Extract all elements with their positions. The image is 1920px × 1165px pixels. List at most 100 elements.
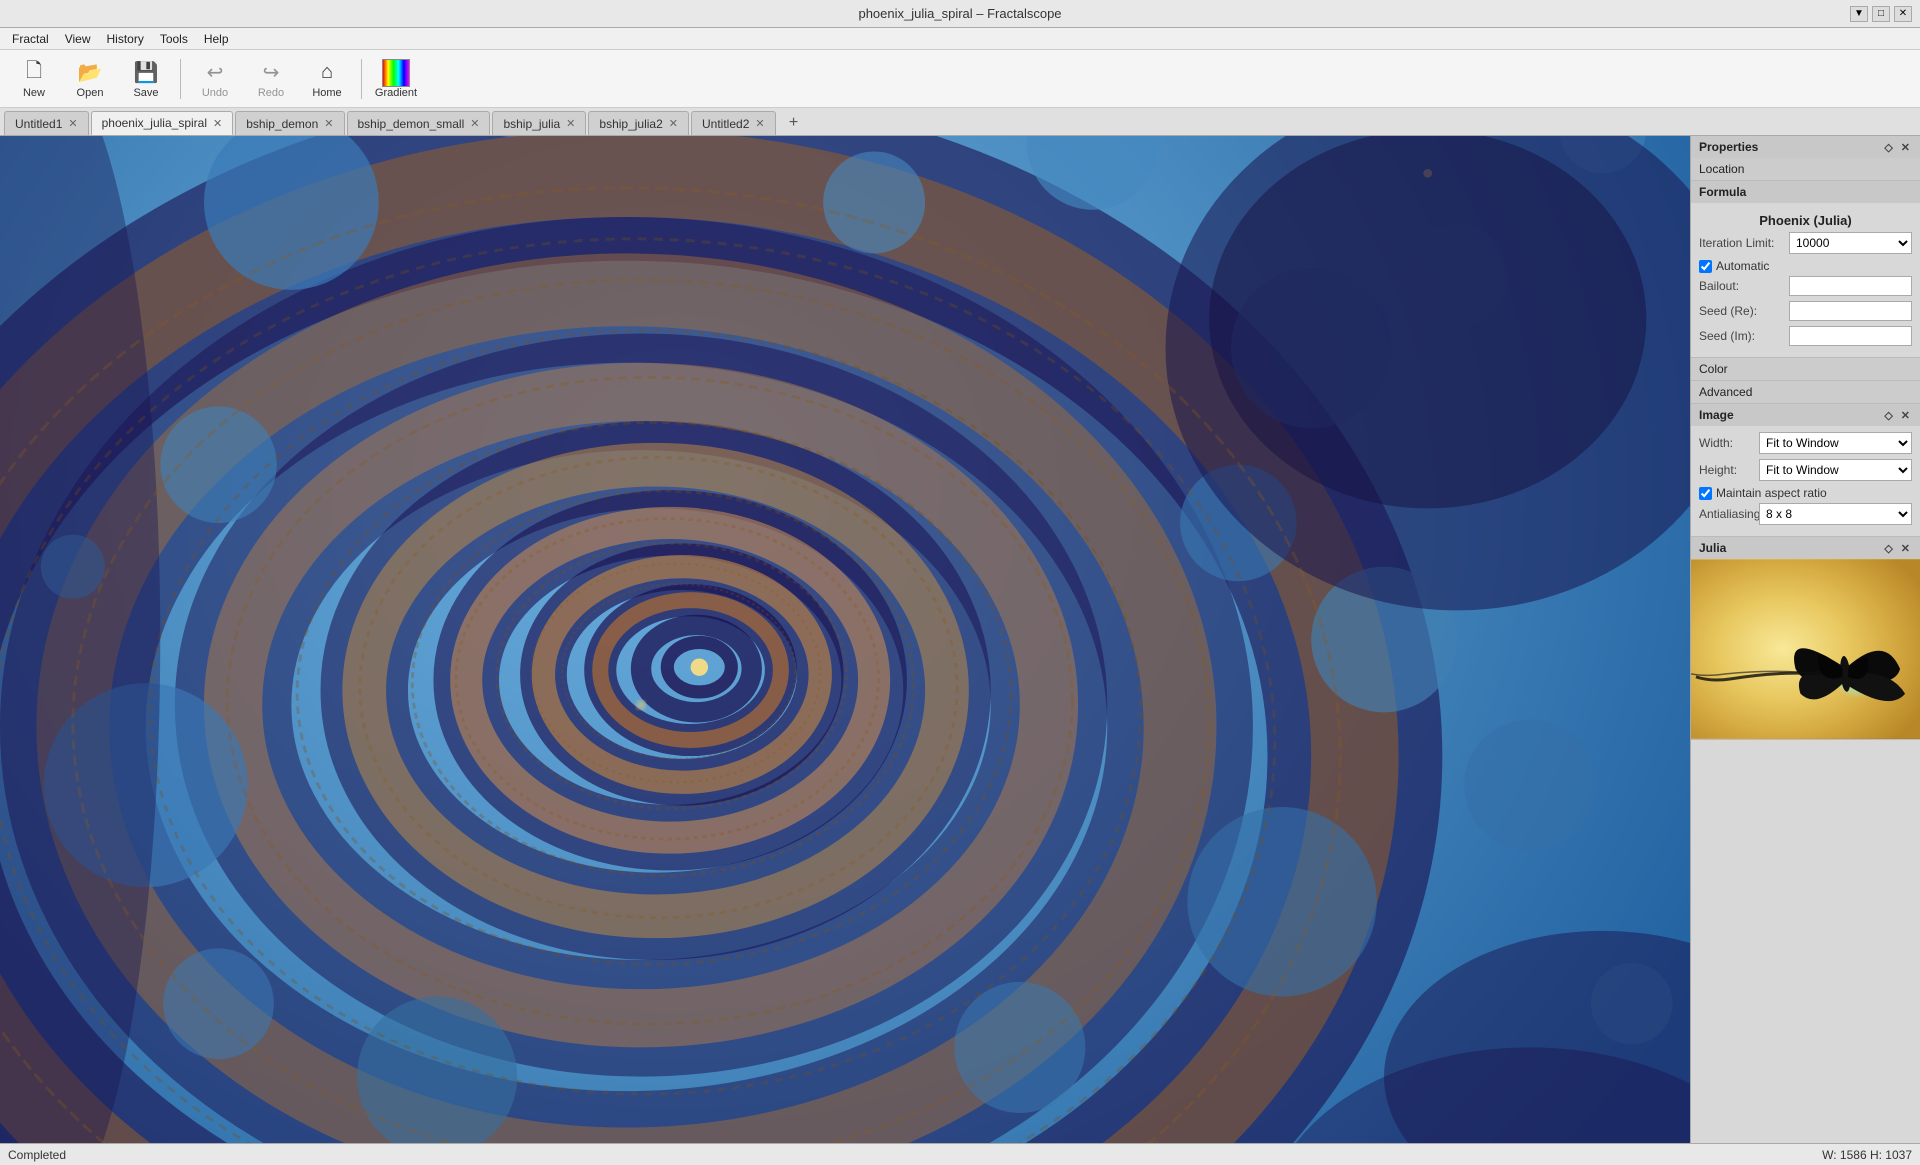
iteration-limit-label: Iteration Limit: <box>1699 236 1789 250</box>
new-button[interactable]: 🗋 New <box>8 55 60 103</box>
tab-bship-julia[interactable]: bship_julia ✕ <box>492 111 586 135</box>
image-close-btn[interactable]: ✕ <box>1899 409 1912 422</box>
tab-add-button[interactable]: + <box>782 111 806 135</box>
properties-close-btn[interactable]: ✕ <box>1899 141 1912 154</box>
tab-close-untitled1[interactable]: ✕ <box>68 117 77 130</box>
toolbar-separator-1 <box>180 59 181 99</box>
height-label: Height: <box>1699 463 1759 477</box>
open-icon: 📂 <box>76 59 104 87</box>
image-header-controls: ◇ ✕ <box>1882 409 1912 422</box>
julia-close-btn[interactable]: ✕ <box>1899 542 1912 555</box>
julia-preview[interactable] <box>1691 559 1920 739</box>
toolbar-separator-2 <box>361 59 362 99</box>
gradient-button[interactable]: Gradient <box>370 55 422 103</box>
menu-tools[interactable]: Tools <box>152 30 196 48</box>
properties-panel: Properties ◇ ✕ Location Formula Phoenix … <box>1690 136 1920 1143</box>
antialiasing-label: Antialiasing <box>1699 507 1759 521</box>
tab-close-bship-demon[interactable]: ✕ <box>324 117 333 130</box>
tab-close-bship-julia[interactable]: ✕ <box>566 117 575 130</box>
properties-header: Properties ◇ ✕ <box>1691 136 1920 158</box>
color-section[interactable]: Color <box>1691 358 1920 381</box>
width-select[interactable]: Fit to Window 800 1024 1280 1920 <box>1759 432 1912 454</box>
seed-im-input[interactable]: -0.03346 <box>1789 326 1912 346</box>
julia-header-controls: ◇ ✕ <box>1882 542 1912 555</box>
toolbar: 🗋 New 📂 Open 💾 Save ↩ Undo ↪ Redo ⌂ Home… <box>0 50 1920 108</box>
properties-expand-btn[interactable]: ◇ <box>1882 141 1894 154</box>
seed-re-input[interactable]: -0.19208 <box>1789 301 1912 321</box>
tab-close-bship-demon-small[interactable]: ✕ <box>470 117 479 130</box>
seed-re-row: Seed (Re): -0.19208 <box>1699 301 1912 321</box>
tab-untitled1[interactable]: Untitled1 ✕ <box>4 111 89 135</box>
tab-close-phoenix[interactable]: ✕ <box>213 117 222 130</box>
iteration-limit-row: Iteration Limit: 10000 1000 5000 50000 <box>1699 232 1912 254</box>
image-content: Width: Fit to Window 800 1024 1280 1920 … <box>1691 426 1920 536</box>
advanced-section[interactable]: Advanced <box>1691 381 1920 404</box>
seed-re-label: Seed (Re): <box>1699 304 1789 318</box>
tab-bship-demon-small[interactable]: bship_demon_small ✕ <box>347 111 491 135</box>
image-header: Image ◇ ✕ <box>1691 404 1920 426</box>
undo-icon: ↩ <box>201 59 229 87</box>
formula-section: Formula Phoenix (Julia) Iteration Limit:… <box>1691 181 1920 358</box>
maximize-button[interactable]: □ <box>1872 6 1890 22</box>
bailout-input[interactable]: 1e+20 <box>1789 276 1912 296</box>
height-row: Height: Fit to Window 600 768 1024 1080 <box>1699 459 1912 481</box>
bailout-label: Bailout: <box>1699 279 1789 293</box>
tab-bship-demon[interactable]: bship_demon ✕ <box>235 111 344 135</box>
menu-history[interactable]: History <box>98 30 151 48</box>
save-button[interactable]: 💾 Save <box>120 55 172 103</box>
tab-bship-julia2[interactable]: bship_julia2 ✕ <box>588 111 689 135</box>
height-select[interactable]: Fit to Window 600 768 1024 1080 <box>1759 459 1912 481</box>
fractal-image <box>0 136 1690 1143</box>
bailout-row: Bailout: 1e+20 <box>1699 276 1912 296</box>
close-button[interactable]: ✕ <box>1894 6 1912 22</box>
julia-section: Julia ◇ ✕ <box>1691 537 1920 740</box>
home-icon: ⌂ <box>313 59 341 87</box>
statusbar: Completed W: 1586 H: 1037 <box>0 1143 1920 1165</box>
tab-untitled2[interactable]: Untitled2 ✕ <box>691 111 776 135</box>
maintain-aspect-checkbox[interactable] <box>1699 487 1712 500</box>
save-icon: 💾 <box>132 59 160 87</box>
julia-expand-btn[interactable]: ◇ <box>1882 542 1894 555</box>
tab-bar: Untitled1 ✕ phoenix_julia_spiral ✕ bship… <box>0 108 1920 136</box>
automatic-checkbox[interactable] <box>1699 260 1712 273</box>
home-button[interactable]: ⌂ Home <box>301 55 353 103</box>
location-section[interactable]: Location <box>1691 158 1920 181</box>
formula-name: Phoenix (Julia) <box>1699 209 1912 232</box>
minimize-button[interactable]: ▼ <box>1850 6 1868 22</box>
redo-button[interactable]: ↪ Redo <box>245 55 297 103</box>
main-content: Properties ◇ ✕ Location Formula Phoenix … <box>0 136 1920 1143</box>
width-label: Width: <box>1699 436 1759 450</box>
new-icon: 🗋 <box>20 59 48 87</box>
fractal-canvas-area[interactable] <box>0 136 1690 1143</box>
tab-phoenix-julia-spiral[interactable]: phoenix_julia_spiral ✕ <box>91 111 234 135</box>
redo-icon: ↪ <box>257 59 285 87</box>
app-title: phoenix_julia_spiral – Fractalscope <box>858 6 1061 21</box>
gradient-icon <box>382 59 410 87</box>
status-right: W: 1586 H: 1037 <box>1822 1148 1912 1162</box>
image-expand-btn[interactable]: ◇ <box>1882 409 1894 422</box>
titlebar: phoenix_julia_spiral – Fractalscope ▼ □ … <box>0 0 1920 28</box>
formula-content: Phoenix (Julia) Iteration Limit: 10000 1… <box>1691 203 1920 357</box>
iteration-limit-select[interactable]: 10000 1000 5000 50000 <box>1789 232 1912 254</box>
tab-close-untitled2[interactable]: ✕ <box>755 117 764 130</box>
menu-help[interactable]: Help <box>196 30 237 48</box>
status-left: Completed <box>8 1148 66 1162</box>
width-row: Width: Fit to Window 800 1024 1280 1920 <box>1699 432 1912 454</box>
antialiasing-select[interactable]: 8 x 8 None 2 x 2 4 x 4 <box>1759 503 1912 525</box>
menubar: Fractal View History Tools Help <box>0 28 1920 50</box>
menu-view[interactable]: View <box>57 30 99 48</box>
formula-header: Formula <box>1691 181 1920 203</box>
seed-im-label: Seed (Im): <box>1699 329 1789 343</box>
automatic-row: Automatic <box>1699 259 1912 273</box>
undo-button[interactable]: ↩ Undo <box>189 55 241 103</box>
julia-header: Julia ◇ ✕ <box>1691 537 1920 559</box>
julia-preview-svg <box>1691 559 1920 739</box>
properties-header-controls: ◇ ✕ <box>1882 141 1912 154</box>
open-button[interactable]: 📂 Open <box>64 55 116 103</box>
menu-fractal[interactable]: Fractal <box>4 30 57 48</box>
antialiasing-row: Antialiasing 8 x 8 None 2 x 2 4 x 4 <box>1699 503 1912 525</box>
tab-close-bship-julia2[interactable]: ✕ <box>669 117 678 130</box>
maintain-aspect-row: Maintain aspect ratio <box>1699 486 1912 500</box>
image-section: Image ◇ ✕ Width: Fit to Window 800 1024 … <box>1691 404 1920 537</box>
window-controls: ▼ □ ✕ <box>1850 6 1912 22</box>
